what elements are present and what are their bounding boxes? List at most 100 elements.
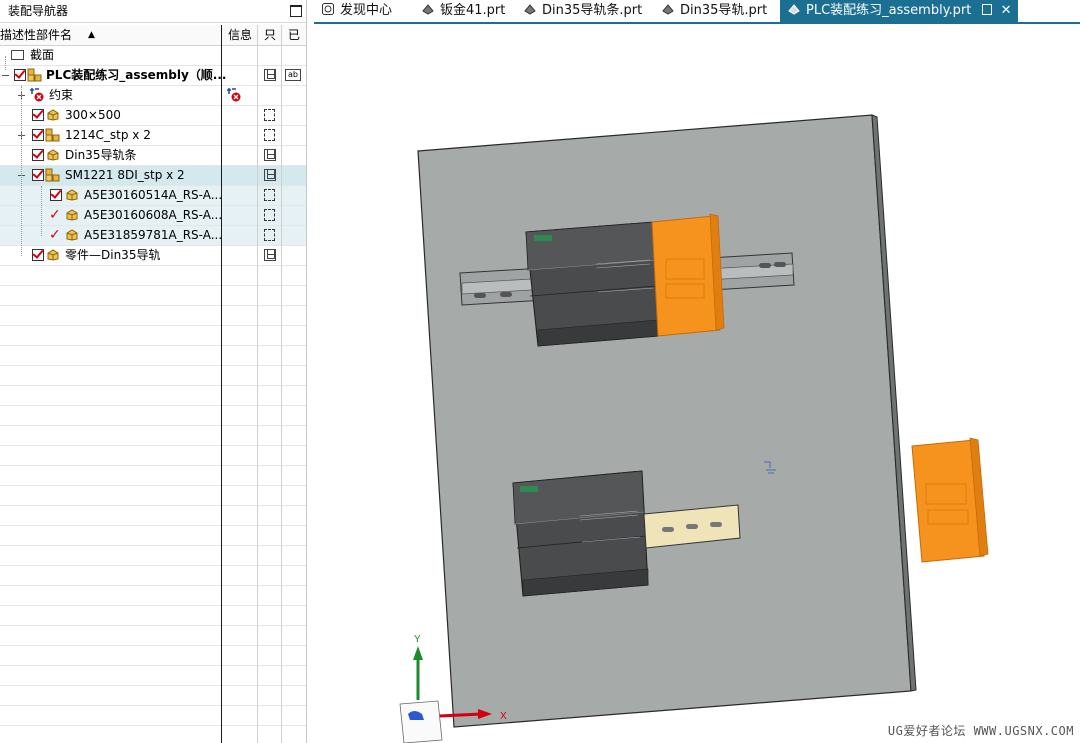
tree-row-label: 300×500 [65,108,121,122]
checkbox-checked[interactable] [14,69,26,81]
tree-connector [41,186,42,236]
tree-row-label: 1214C_stp x 2 [65,128,151,142]
tree-row-label: 零件—Din35导轨 [65,248,161,262]
empty-row [0,306,306,326]
graphics-viewport[interactable]: Y X UG爱好者论坛 WWW.UGSNX.COM [314,24,1080,743]
tab-discovery-center[interactable]: 发现中心 [314,0,392,22]
tab-sheetmetal[interactable]: 钣金41.prt [414,0,505,22]
not-loaded-icon [264,189,275,201]
empty-row [0,446,306,466]
empty-row [0,546,306,566]
mounting-plate [417,114,912,728]
empty-row [0,726,306,743]
tree-row-subassembly[interactable]: 1214C_stp x 2 [0,126,306,146]
tab-label: Din35导轨条.prt [542,3,643,18]
tab-din35-rail-strip[interactable]: Din35导轨条.prt [516,0,642,22]
not-loaded-icon [264,109,275,121]
part-file-icon [524,4,536,15]
empty-row [0,486,306,506]
watermark-text: UG爱好者论坛 WWW.UGSNX.COM [887,724,1074,738]
navigator-title-text: 装配导航器 [8,4,69,18]
empty-row [0,566,306,586]
tree-row-assembly-root[interactable]: PLC装配练习_assembly（顺... ab [0,66,306,86]
tab-label: 钣金41.prt [440,3,506,18]
checkbox-checked[interactable] [32,109,44,121]
checkbox-checked[interactable] [32,249,44,261]
column-modified[interactable]: 已 [288,25,300,45]
empty-row [0,586,306,606]
tab-plc-assembly-active[interactable]: PLC装配练习_assembly.prt ✕ [780,0,1018,22]
tree-row-part[interactable]: 零件—Din35导轨 [0,246,306,266]
tree-row-child-part[interactable]: ✓ A5E31859781A_RS-A... [0,226,306,246]
tree-row-part[interactable]: Din35导轨条 [0,146,306,166]
checkbox-checked[interactable] [32,129,44,141]
tree-row-section[interactable]: 截面 [0,46,306,66]
column-divider[interactable] [221,25,222,743]
column-divider [257,25,258,743]
column-readonly[interactable]: 只 [264,25,276,45]
part-file-icon [422,4,434,15]
part-file-icon [662,4,674,15]
maximize-icon[interactable] [290,5,302,17]
assembly-icon [45,128,60,142]
column-name[interactable]: 描述性部件名 [0,25,72,45]
tree-connector [21,86,22,256]
column-divider [281,25,282,743]
signal-module-orange-loose [911,437,989,563]
tab-label: Din35导轨.prt [680,3,768,18]
empty-row [0,646,306,666]
empty-row [0,526,306,546]
save-icon [264,169,276,181]
constraint-icon [30,88,44,102]
part-icon [47,109,59,121]
collapse-icon[interactable] [2,72,9,79]
tree-row-label: 约束 [49,88,74,102]
assembly-icon [45,168,60,182]
save-icon [264,69,276,81]
checkbox-checked[interactable] [32,169,44,181]
empty-row [0,666,306,686]
axis-x-label: X [500,711,507,722]
part-icon [47,149,59,161]
checkbox-checked[interactable] [50,189,62,201]
tree-row-label: PLC装配练习_assembly（顺... [46,68,227,82]
axis-y-label: Y [414,634,421,645]
part-file-icon [788,4,800,15]
not-loaded-icon [264,129,275,141]
discovery-icon [322,3,334,15]
navigator-column-header: 描述性部件名 ▲ 信息 只 已 [0,25,306,46]
empty-row [0,606,306,626]
empty-row [0,686,306,706]
tree-connector [5,56,6,70]
part-icon [47,249,59,261]
empty-row [0,326,306,346]
checkbox-checked[interactable] [32,149,44,161]
tree-row-label: 截面 [30,48,55,62]
assembly-icon [27,68,42,82]
tree-row-label: Din35导轨条 [65,148,137,162]
tree-row-child-part[interactable]: ✓ A5E30160608A_RS-A... [0,206,306,226]
assembly-navigator: 装配导航器 描述性部件名 ▲ 信息 只 已 截面 PLC装配练习_assembl… [0,0,307,743]
tab-label: PLC装配练习_assembly.prt [806,3,972,18]
close-icon[interactable]: ✕ [1001,3,1012,18]
tab-din35-rail[interactable]: Din35导轨.prt [654,0,767,22]
check-mark-icon[interactable]: ✓ [49,227,61,243]
plc-1214c-top [525,221,659,347]
tree-row-subassembly-selected[interactable]: SM1221 8DI_stp x 2 [0,166,306,186]
save-icon [264,249,276,261]
attribute-icon: ab [285,69,301,81]
tree-row-part[interactable]: 300×500 [0,106,306,126]
constraint-status-icon [227,88,241,102]
sort-arrow-icon[interactable]: ▲ [88,25,95,45]
empty-row [0,626,306,646]
popout-icon[interactable] [981,4,992,15]
check-mark-icon[interactable]: ✓ [49,207,61,223]
signal-module-orange-top [651,213,725,337]
tree-row-constraints[interactable]: 约束 [0,86,306,106]
plc-1214c-bottom [512,470,649,597]
tree-row-child-part[interactable]: A5E30160514A_RS-A... [0,186,306,206]
empty-row [0,386,306,406]
model-view[interactable]: Y X [314,24,1080,743]
empty-row [0,366,306,386]
column-info[interactable]: 信息 [228,25,252,45]
